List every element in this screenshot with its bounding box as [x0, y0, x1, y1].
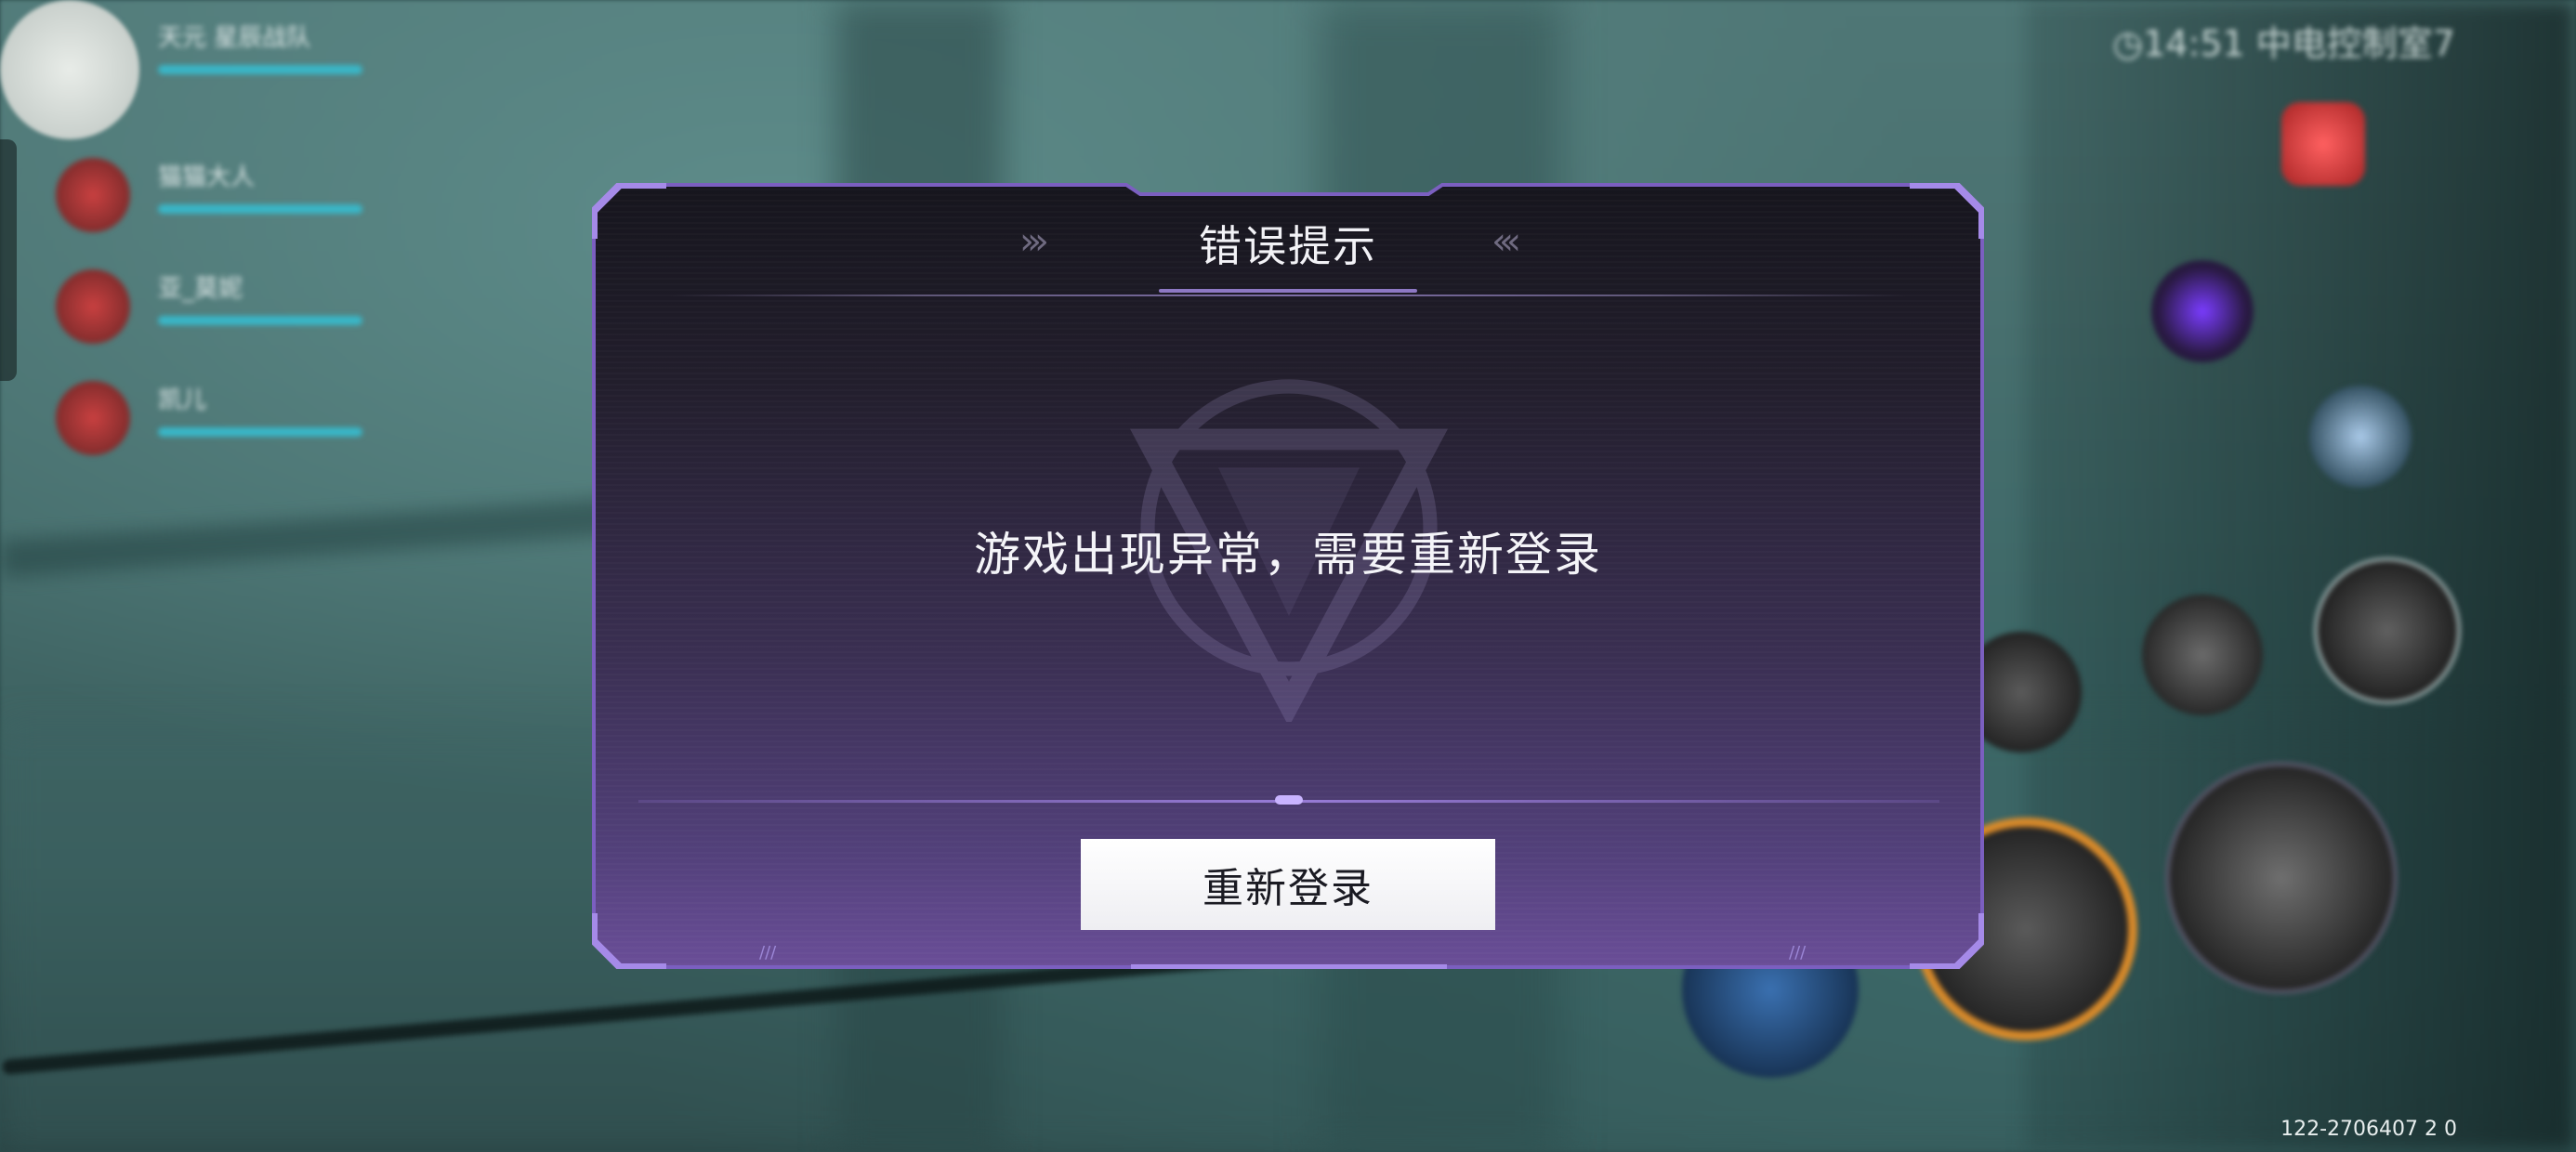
game-screen: 天元 星辰战队 猫猫大人 亚_莫妮 凯儿 ◷14:51 中电控制室7 122-2… — [0, 0, 2576, 1152]
side-pull-tab[interactable] — [0, 139, 17, 381]
attack-button[interactable] — [2165, 762, 2398, 994]
avatar — [56, 158, 130, 232]
avatar — [56, 269, 130, 344]
relogin-button[interactable]: 重新登录 — [1081, 839, 1495, 930]
team-member-name: 天元 星辰战队 — [158, 24, 311, 52]
title-accent-bar — [1159, 289, 1417, 293]
hp-bar — [158, 316, 362, 325]
avatar — [56, 381, 130, 455]
hp-bar — [158, 204, 362, 214]
error-dialog: ››› 错误提示 ‹‹‹ 游戏出现异常，需要重新登录 重新登录 /// /// — [592, 183, 1984, 969]
title-divider — [670, 295, 1906, 296]
team-member-name: 亚_莫妮 — [158, 275, 243, 303]
dialog-title: 错误提示 — [1199, 221, 1377, 271]
character-switch-button[interactable] — [2309, 386, 2412, 488]
team-member-name: 凯儿 — [158, 386, 207, 414]
time-location-readout: ◷14:51 中电控制室7 — [2112, 23, 2455, 64]
title-deco-right-icon: ‹‹‹ — [1492, 220, 1521, 263]
team-member: 亚_莫妮 — [56, 260, 427, 353]
purple-orb-icon[interactable] — [2151, 260, 2254, 362]
hp-bar — [158, 427, 362, 437]
dialog-message: 游戏出现异常，需要重新登录 — [974, 528, 1602, 582]
corner-deco-icon: /// — [1789, 943, 1807, 962]
divider-accent — [1275, 795, 1303, 805]
hp-bar — [158, 65, 362, 74]
skill-button[interactable] — [2314, 557, 2461, 704]
virtual-joystick[interactable] — [0, 0, 139, 139]
team-member: 猫猫大人 — [56, 149, 427, 242]
event-icon[interactable] — [2281, 102, 2365, 186]
team-member-name: 猫猫大人 — [158, 164, 256, 191]
team-member: 凯儿 — [56, 372, 427, 465]
corner-deco-icon: /// — [759, 943, 777, 962]
version-readout: 122-2706407 2 0 — [2280, 1118, 2457, 1141]
skill-button[interactable] — [2142, 595, 2263, 715]
